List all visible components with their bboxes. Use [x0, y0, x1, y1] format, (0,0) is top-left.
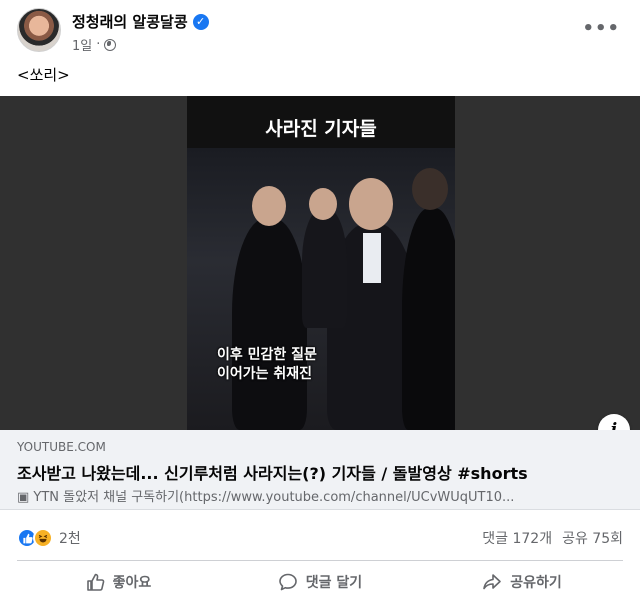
share-arrow-icon: [483, 574, 502, 590]
share-button[interactable]: 공유하기: [421, 562, 623, 602]
video-overlay-title: 사라진 기자들: [265, 118, 377, 140]
post-actions: 좋아요 댓글 달기 공유하기: [17, 562, 623, 602]
author-name[interactable]: 정청래의 알콩달콩: [72, 11, 188, 32]
comment-button[interactable]: 댓글 달기: [219, 562, 421, 602]
post-text: <쏘리>: [17, 66, 70, 84]
link-preview[interactable]: YOUTUBE.COM 조사받고 나왔는데... 신기루처럼 사라지는(?) 기…: [0, 430, 640, 510]
haha-reaction-icon: [33, 528, 53, 548]
verified-badge-icon: ✓: [192, 13, 209, 30]
link-domain: YOUTUBE.COM: [17, 440, 106, 454]
background-figure: [302, 208, 347, 328]
caption-line-1: 이후 민감한 질문: [217, 347, 317, 363]
video-media[interactable]: 사라진 기자들 이후 민감한 질문 이어가는 취재진 i: [0, 96, 640, 446]
post-time[interactable]: 1일: [72, 35, 92, 54]
comment-label: 댓글 달기: [305, 575, 363, 591]
video-scene: [187, 148, 455, 430]
video-frame[interactable]: 사라진 기자들 이후 민감한 질문 이어가는 취재진: [187, 96, 455, 430]
comment-count[interactable]: 댓글 172개: [482, 528, 552, 548]
thumbs-up-icon: [86, 573, 105, 591]
link-title[interactable]: 조사받고 나왔는데... 신기루처럼 사라지는(?) 기자들 / 돌발영상 #s…: [17, 460, 528, 484]
author-avatar[interactable]: [17, 8, 61, 52]
comment-bubble-icon: [278, 573, 297, 591]
share-label: 공유하기: [510, 575, 562, 591]
background-head: [309, 188, 337, 220]
aide-figure: [402, 208, 455, 430]
actions-divider: [17, 560, 623, 561]
aide-head: [412, 168, 448, 210]
author-row: 정청래의 알콩달콩 ✓: [72, 11, 209, 32]
video-caption: 이후 민감한 질문 이어가는 취재진: [217, 346, 317, 384]
reporter-head: [252, 186, 286, 226]
link-description: ▣ YTN 돌았저 채널 구독하기(https://www.youtube.co…: [17, 490, 515, 505]
post-header: 정청래의 알콩달콩 ✓ 1일 · •••: [0, 0, 640, 62]
public-globe-icon[interactable]: [104, 38, 117, 51]
share-count[interactable]: 공유 75회: [562, 528, 623, 548]
shirt-detail: [363, 233, 381, 283]
caption-line-2: 이어가는 취재진: [217, 366, 313, 382]
reaction-summary[interactable]: 2천: [17, 524, 81, 552]
like-button[interactable]: 좋아요: [17, 562, 219, 602]
like-label: 좋아요: [112, 575, 152, 591]
reaction-count: 2천: [59, 531, 81, 547]
post-meta: 1일 ·: [72, 35, 117, 54]
politician-head: [349, 178, 393, 230]
reporter-figure: [232, 218, 307, 430]
more-options-button[interactable]: •••: [582, 18, 620, 39]
engagement-stats: 댓글 172개 공유 75회: [482, 528, 623, 548]
